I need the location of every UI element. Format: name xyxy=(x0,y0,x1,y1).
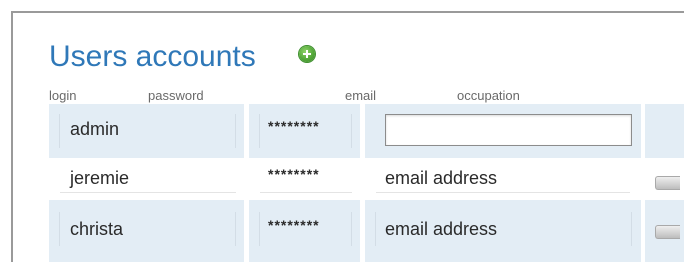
login-text[interactable]: jeremie xyxy=(70,168,129,188)
password-text[interactable]: ******** xyxy=(268,217,320,233)
column-header-password: password xyxy=(148,88,204,103)
column-header-login: login xyxy=(49,88,77,103)
occupation-cell xyxy=(645,104,684,158)
occupation-select[interactable] xyxy=(655,225,680,239)
field-underline xyxy=(260,192,352,193)
field-underline xyxy=(376,192,630,193)
password-text[interactable]: ******** xyxy=(268,166,320,182)
column-header-email: email xyxy=(345,88,377,103)
cell-divider xyxy=(351,114,352,148)
column-header-occupation: occupation xyxy=(457,88,520,103)
cell-divider xyxy=(631,212,632,246)
add-user-icon[interactable] xyxy=(299,46,315,62)
page-title: Users accounts xyxy=(49,40,256,73)
cell-divider xyxy=(235,212,236,246)
password-text[interactable]: ******** xyxy=(268,118,320,134)
login-text[interactable]: christa xyxy=(70,219,123,239)
login-text[interactable]: admin xyxy=(70,119,119,139)
cell-divider xyxy=(351,212,352,246)
cell-divider xyxy=(59,114,60,148)
email-text[interactable]: email address xyxy=(385,219,497,239)
field-underline xyxy=(60,192,236,193)
cell-divider xyxy=(259,114,260,148)
email-text[interactable]: email address xyxy=(385,168,497,188)
cell-divider xyxy=(259,212,260,246)
email-field[interactable] xyxy=(385,114,632,146)
cell-divider xyxy=(375,212,376,246)
cell-divider xyxy=(235,114,236,148)
occupation-select[interactable] xyxy=(655,176,680,190)
cell-divider xyxy=(59,212,60,246)
